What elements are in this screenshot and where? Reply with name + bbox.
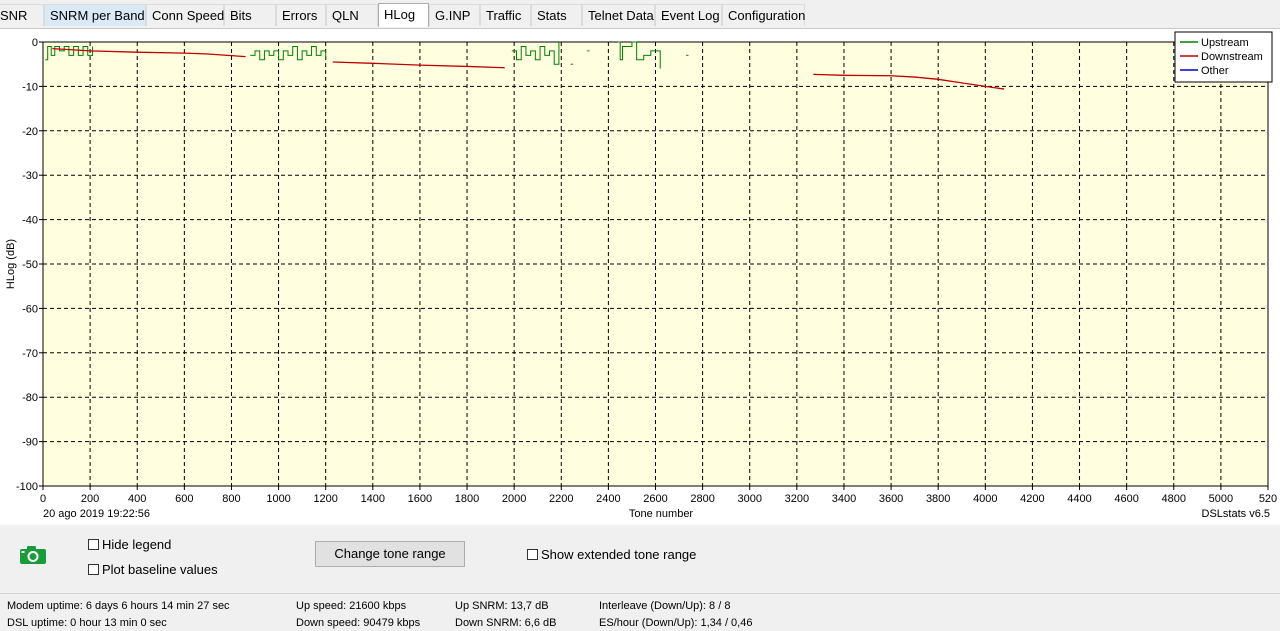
tab-snrm-per-band[interactable]: SNRM per Band <box>44 4 146 26</box>
camera-icon[interactable] <box>19 545 47 565</box>
legend: Upstream Downstream Other <box>1174 31 1273 83</box>
x-tick-label: 1200 <box>313 493 337 505</box>
hide-legend-label: Hide legend <box>102 537 172 552</box>
x-axis-label: Tone number <box>629 508 694 520</box>
tab-qln[interactable]: QLN <box>326 4 378 26</box>
y-tick-label: -60 <box>22 303 38 315</box>
tab-hlog[interactable]: HLog <box>378 3 429 27</box>
y-tick-label: -100 <box>16 481 38 493</box>
hide-legend-checkbox[interactable] <box>88 539 99 550</box>
x-tick-label: 3000 <box>737 493 761 505</box>
plot-baseline-label: Plot baseline values <box>102 562 218 577</box>
y-tick-label: 0 <box>32 37 38 49</box>
y-tick-label: -80 <box>22 392 38 404</box>
y-tick-label: -40 <box>22 215 38 227</box>
down-speed: Down speed: 90479 kbps <box>296 617 421 629</box>
x-tick-label: 800 <box>222 493 240 505</box>
y-tick-label: -30 <box>22 170 38 182</box>
x-tick-label: 2000 <box>502 493 526 505</box>
modem-uptime: Modem uptime: 6 days 6 hours 14 min 27 s… <box>7 600 230 612</box>
down-snrm: Down SNRM: 6,6 dB <box>455 617 557 629</box>
chart-timestamp: 20 ago 2019 19:22:56 <box>43 508 150 520</box>
x-tick-label: 2400 <box>596 493 620 505</box>
tab-event-log[interactable]: Event Log <box>655 4 722 26</box>
tab-stats[interactable]: Stats <box>531 4 582 26</box>
x-tick-label: 5000 <box>1209 493 1233 505</box>
tab-snr[interactable]: SNR <box>0 4 44 26</box>
show-extended-checkbox[interactable] <box>527 549 538 560</box>
tab-telnet-data[interactable]: Telnet Data <box>582 4 655 26</box>
legend-label-downstream: Downstream <box>1201 51 1263 63</box>
y-axis-label: HLog (dB) <box>5 239 17 289</box>
x-tick-label: 3800 <box>926 493 950 505</box>
up-speed: Up speed: 21600 kbps <box>296 600 407 612</box>
x-tick-label: 600 <box>175 493 193 505</box>
x-tick-label: 1600 <box>408 493 432 505</box>
chart-panel: 0 200 400 600 800 1000 1200 1400 1600 1800 2000 220… <box>0 28 1280 527</box>
dsl-uptime: DSL uptime: 0 hour 13 min 0 sec <box>7 617 167 629</box>
y-tick-label: -90 <box>22 437 38 449</box>
x-tick-label: 3600 <box>879 493 903 505</box>
status-bar: Modem uptime: 6 days 6 hours 14 min 27 s… <box>0 593 1280 631</box>
legend-label-other: Other <box>1201 65 1229 77</box>
x-tick-label: 3200 <box>785 493 809 505</box>
x-tick-label: 1400 <box>361 493 385 505</box>
plot-baseline-checkbox[interactable] <box>88 564 99 575</box>
x-tick-label: 2200 <box>549 493 573 505</box>
show-extended-label: Show extended tone range <box>541 547 697 562</box>
hide-legend-option[interactable]: Hide legend <box>88 537 171 552</box>
up-snrm: Up SNRM: 13,7 dB <box>455 600 549 612</box>
x-tick-label: 520 <box>1259 493 1277 505</box>
x-tick-label: 0 <box>40 493 46 505</box>
x-tick-label: 4600 <box>1114 493 1138 505</box>
x-tick-label: 1800 <box>455 493 479 505</box>
x-tick-label: 4400 <box>1067 493 1091 505</box>
tab-traffic[interactable]: Traffic <box>480 4 531 26</box>
change-tone-range-button[interactable]: Change tone range <box>315 541 465 567</box>
tab-bits[interactable]: Bits <box>224 4 276 26</box>
x-tick-label: 2600 <box>643 493 667 505</box>
tab-errors[interactable]: Errors <box>276 4 326 26</box>
x-tick-label: 4200 <box>1020 493 1044 505</box>
y-tick-label: -50 <box>22 259 38 271</box>
controls-panel: Hide legend Plot baseline values Change … <box>0 525 1280 593</box>
y-tick-label: -20 <box>22 126 38 138</box>
plot-baseline-option[interactable]: Plot baseline values <box>88 562 218 577</box>
tab-configuration[interactable]: Configuration <box>722 4 805 26</box>
y-tick-label: -10 <box>22 81 38 93</box>
x-tick-label: 3400 <box>832 493 856 505</box>
interleave: Interleave (Down/Up): 8 / 8 <box>599 600 731 612</box>
hlog-chart: 0 200 400 600 800 1000 1200 1400 1600 1800 2000 220… <box>5 31 1277 520</box>
show-extended-option[interactable]: Show extended tone range <box>527 547 696 562</box>
app-version: DSLstats v6.5 <box>1202 508 1270 520</box>
x-tick-label: 200 <box>81 493 99 505</box>
x-tick-label: 1000 <box>266 493 290 505</box>
tab-ginp[interactable]: G.INP <box>429 4 480 26</box>
x-tick-label: 4000 <box>973 493 997 505</box>
es-hour: ES/hour (Down/Up): 1,34 / 0,46 <box>599 617 753 629</box>
tab-conn-speed[interactable]: Conn Speed <box>146 4 224 26</box>
y-tick-label: -70 <box>22 348 38 360</box>
tab-bar: SNR SNRM per Band Conn Speed Bits Errors… <box>0 0 1280 29</box>
x-tick-label: 4800 <box>1162 493 1186 505</box>
x-tick-label: 400 <box>128 493 146 505</box>
x-tick-label: 2800 <box>690 493 714 505</box>
legend-label-upstream: Upstream <box>1201 37 1249 49</box>
